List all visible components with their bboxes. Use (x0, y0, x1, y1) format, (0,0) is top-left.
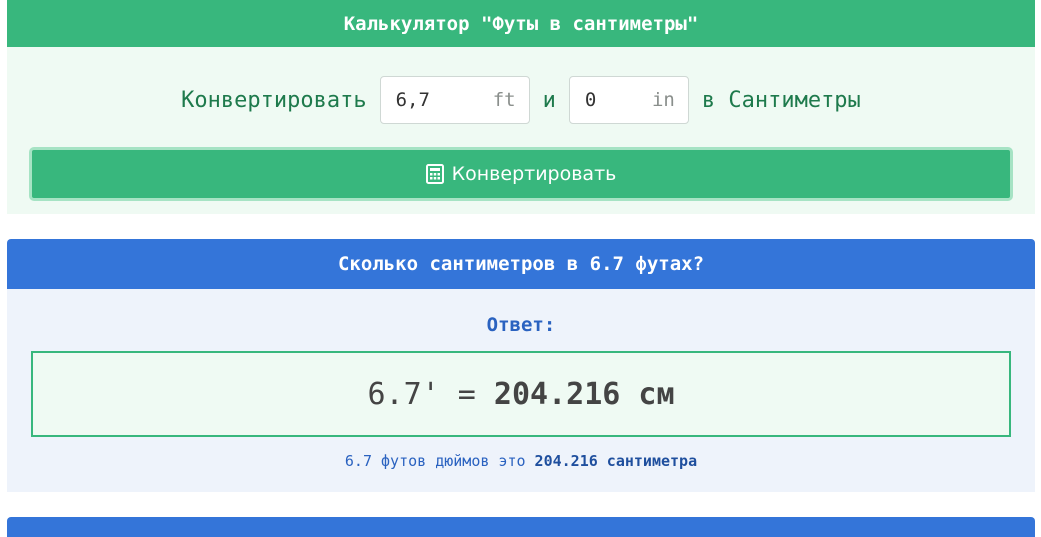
feet-field[interactable]: ft (379, 76, 530, 124)
result-expression: 6.7' = (367, 376, 494, 412)
converter-header: Калькулятор "Футы в сантиметры" (7, 0, 1035, 47)
inches-field[interactable]: in (568, 76, 689, 124)
calculator-icon (425, 164, 444, 184)
next-panel-header (7, 517, 1035, 537)
convert-button-label: Конвертировать (451, 163, 617, 185)
result-note-value: 204.216 сантиметра (534, 452, 698, 470)
inches-input[interactable] (569, 77, 688, 123)
converter-row: Конвертировать ft и in в Сантиметры (7, 75, 1035, 125)
result-note-prefix: 6.7 футов дюймов это (344, 452, 535, 470)
joiner-text: и (542, 87, 556, 113)
answer-header: Сколько сантиметров в 6.7 футах? (7, 239, 1035, 289)
convert-prefix-text: Конвертировать (181, 87, 367, 113)
convert-button[interactable]: Конвертировать (29, 147, 1013, 201)
result-note: 6.7 футов дюймов это 204.216 сантиметра (7, 452, 1035, 470)
result-box: 6.7' = 204.216 см (31, 351, 1011, 437)
result-value: 204.216 см (493, 376, 675, 412)
answer-title: Сколько сантиметров в 6.7 футах? (337, 253, 705, 275)
answer-panel: Ответ: 6.7' = 204.216 см 6.7 футов дюймо… (7, 289, 1035, 492)
target-unit-text: в Сантиметры (701, 87, 861, 113)
answer-label: Ответ: (486, 314, 556, 336)
converter-title: Калькулятор "Футы в сантиметры" (343, 12, 699, 35)
converter-panel: Конвертировать ft и in в Сантиметры Конв… (7, 47, 1035, 214)
feet-input[interactable] (380, 77, 529, 123)
